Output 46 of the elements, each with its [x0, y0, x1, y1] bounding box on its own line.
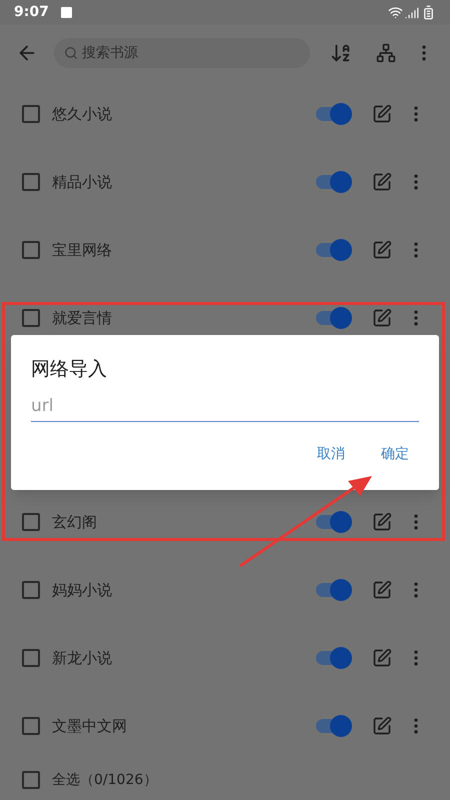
source-name: 宝里网络 [52, 240, 112, 261]
toggle-switch[interactable] [316, 716, 350, 736]
edit-icon[interactable] [372, 648, 392, 668]
checkbox[interactable] [22, 309, 40, 327]
checkbox[interactable] [22, 717, 40, 735]
signal-icon [405, 6, 419, 20]
battery-icon [421, 5, 436, 20]
status-time: 9:07 [14, 3, 49, 22]
url-field[interactable]: url [31, 392, 419, 422]
edit-icon[interactable] [372, 172, 392, 192]
source-name: 文墨中文网 [52, 716, 127, 737]
checkbox[interactable] [22, 173, 40, 191]
toggle-switch[interactable] [316, 512, 350, 532]
toggle-switch[interactable] [316, 648, 350, 668]
toggle-switch[interactable] [316, 308, 350, 328]
checkbox[interactable] [22, 513, 40, 531]
edit-icon[interactable] [372, 512, 392, 532]
network-icon[interactable] [376, 42, 396, 62]
checkbox[interactable] [22, 105, 40, 123]
edit-icon[interactable] [372, 580, 392, 600]
search-icon [64, 46, 78, 60]
edit-icon[interactable] [372, 104, 392, 124]
checkbox[interactable] [22, 771, 40, 789]
source-name: 新龙小说 [52, 648, 112, 669]
wifi-icon [388, 5, 403, 20]
toggle-switch[interactable] [316, 240, 350, 260]
toggle-switch[interactable] [316, 580, 350, 600]
source-name: 悠久小说 [52, 104, 112, 125]
edit-icon[interactable] [372, 716, 392, 736]
toggle-switch[interactable] [316, 172, 350, 192]
source-name: 就爱言情 [52, 308, 112, 329]
checkbox[interactable] [22, 581, 40, 599]
checkbox[interactable] [22, 241, 40, 259]
source-name: 精品小说 [52, 172, 112, 193]
edit-icon[interactable] [372, 308, 392, 328]
toggle-switch[interactable] [316, 104, 350, 124]
notification-icon [60, 7, 72, 18]
edit-icon[interactable] [372, 240, 392, 260]
search-field[interactable]: 搜索书源 [54, 38, 310, 68]
source-name: 妈妈小说 [52, 580, 112, 601]
checkbox[interactable] [22, 649, 40, 667]
dialog-button[interactable]: 确定 [381, 444, 409, 464]
dialog-title: 网络导入 [31, 357, 108, 382]
select-all-label[interactable]: 全选（0/1026） [52, 770, 158, 790]
dialog-button[interactable]: 取消 [317, 444, 345, 464]
source-name: 玄幻阁 [52, 512, 97, 533]
